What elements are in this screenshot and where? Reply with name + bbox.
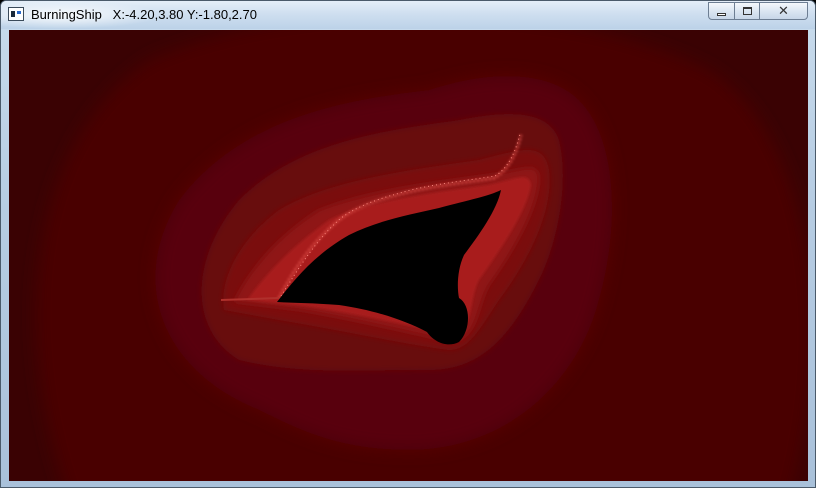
maximize-icon (742, 7, 752, 15)
app-icon[interactable] (8, 7, 24, 21)
window-title: BurningShip X:-4.20,3.80 Y:-1.80,2.70 (31, 7, 257, 22)
fractal-canvas[interactable] (9, 30, 808, 481)
close-icon: ✕ (778, 3, 789, 19)
minimize-button[interactable] (708, 2, 735, 20)
fractal-render (9, 30, 808, 481)
close-button[interactable]: ✕ (759, 2, 808, 20)
minimize-icon (717, 12, 726, 16)
title-bar[interactable]: BurningShip X:-4.20,3.80 Y:-1.80,2.70 ✕ (1, 1, 815, 29)
app-window: BurningShip X:-4.20,3.80 Y:-1.80,2.70 ✕ (0, 0, 816, 488)
maximize-button[interactable] (734, 2, 760, 20)
